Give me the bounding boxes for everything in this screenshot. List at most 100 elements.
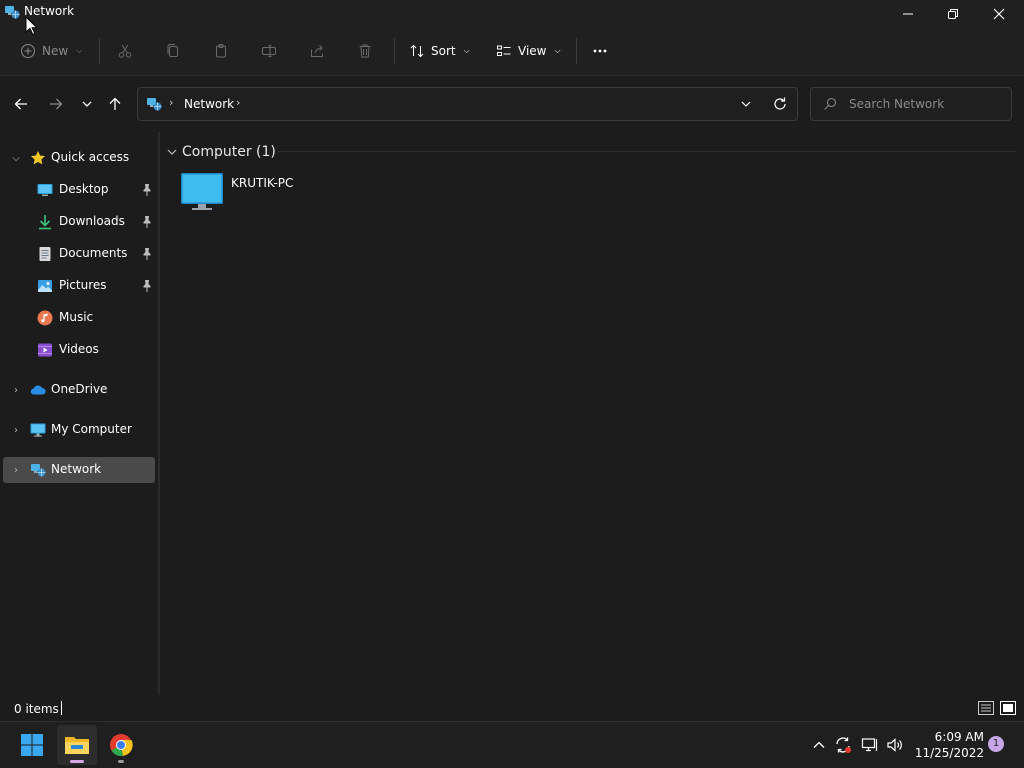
sidebar-item-pictures[interactable]: Pictures	[3, 273, 155, 299]
new-label: New	[42, 44, 69, 58]
restore-icon	[948, 9, 958, 19]
sidebar-item-network[interactable]: › Network	[3, 457, 155, 483]
start-button[interactable]	[12, 725, 52, 765]
new-button[interactable]: New ⌵	[20, 40, 82, 62]
chevron-right-icon[interactable]: ›	[11, 424, 21, 436]
refresh-icon[interactable]	[772, 96, 788, 112]
breadcrumb-network[interactable]: Network	[184, 97, 234, 111]
share-button[interactable]	[309, 40, 325, 62]
minimize-icon	[903, 13, 913, 15]
navigation-bar: › Network ›	[0, 76, 1024, 132]
chevron-right-icon[interactable]: ›	[11, 384, 21, 396]
network-icon	[31, 464, 46, 477]
pin-icon[interactable]	[141, 183, 153, 197]
forward-button[interactable]	[45, 94, 67, 114]
file-explorer-taskbar-button[interactable]	[57, 725, 97, 765]
close-button[interactable]	[976, 0, 1022, 28]
windows-logo-icon	[21, 734, 43, 756]
group-label: Computer (1)	[182, 144, 276, 160]
monitor-icon	[181, 173, 223, 210]
sidebar-item-music[interactable]: Music	[3, 305, 155, 331]
recent-locations-button[interactable]	[76, 94, 98, 114]
download-icon	[39, 215, 51, 230]
ethernet-icon	[861, 738, 878, 752]
network-icon	[147, 98, 162, 111]
pictures-icon	[38, 280, 52, 292]
up-button[interactable]	[104, 94, 126, 114]
volume-tray-icon[interactable]	[886, 736, 904, 754]
clock-time: 6:09 AM	[934, 730, 984, 744]
delete-button[interactable]	[357, 40, 373, 62]
sidebar-item-label: Desktop	[59, 182, 109, 196]
sidebar-item-onedrive[interactable]: › OneDrive	[3, 377, 155, 403]
breadcrumb-chevron-icon[interactable]: ›	[236, 96, 240, 109]
sidebar-item-videos[interactable]: Videos	[3, 337, 155, 363]
running-indicator	[118, 760, 124, 763]
mouse-cursor-icon	[25, 16, 37, 36]
cut-button[interactable]	[117, 40, 133, 62]
toolbar-divider	[99, 38, 100, 64]
sidebar-item-label: OneDrive	[51, 382, 108, 396]
breadcrumb-chevron-icon[interactable]: ›	[169, 96, 173, 109]
list-item[interactable]: KRUTIK-PC	[178, 170, 298, 214]
group-header-computer[interactable]: Computer (1)	[166, 142, 276, 162]
arrow-right-icon	[50, 98, 63, 110]
computer-name: KRUTIK-PC	[231, 176, 294, 190]
sidebar-item-label: Downloads	[59, 214, 125, 228]
sidebar-item-desktop[interactable]: Desktop	[3, 177, 155, 203]
toolbar-divider	[394, 38, 395, 64]
chevron-down-icon: ⌵	[554, 46, 561, 55]
chevron-right-icon[interactable]: ›	[11, 464, 21, 476]
arrow-left-icon	[14, 98, 27, 110]
large-icons-view-icon[interactable]	[999, 699, 1017, 717]
sort-button[interactable]: Sort ⌵	[409, 40, 470, 62]
sidebar-item-label: My Computer	[51, 422, 132, 436]
sidebar-item-documents[interactable]: Documents	[3, 241, 155, 267]
chevron-down-icon[interactable]	[738, 96, 754, 112]
rename-button[interactable]	[261, 40, 277, 62]
videos-icon	[38, 343, 52, 357]
search-box[interactable]	[810, 87, 1012, 121]
search-input[interactable]	[849, 95, 1005, 113]
view-button[interactable]: View ⌵	[496, 40, 561, 62]
pin-icon[interactable]	[141, 279, 153, 293]
back-button[interactable]	[10, 94, 32, 114]
show-hidden-icons-button[interactable]	[810, 736, 828, 754]
sidebar-item-quick-access[interactable]: ⌵ Quick access	[3, 145, 155, 171]
active-indicator	[70, 760, 84, 763]
paste-button[interactable]	[213, 40, 229, 62]
scissors-icon	[118, 44, 132, 58]
pin-icon[interactable]	[141, 247, 153, 261]
cloud-icon	[30, 385, 46, 395]
sync-tray-icon[interactable]	[834, 736, 852, 754]
toolbar-divider	[576, 38, 577, 64]
chrome-taskbar-button[interactable]	[101, 725, 141, 765]
minimize-button[interactable]	[885, 0, 931, 28]
sort-icon	[410, 44, 424, 58]
copy-button[interactable]	[165, 40, 181, 62]
document-icon	[39, 247, 51, 261]
group-divider	[278, 151, 1016, 152]
clock[interactable]: 6:09 AM 11/25/2022	[910, 729, 984, 761]
star-icon	[31, 151, 45, 165]
item-count: 0 items	[14, 702, 59, 716]
chevron-down-icon[interactable]: ⌵	[11, 152, 21, 164]
sidebar-item-downloads[interactable]: Downloads	[3, 209, 155, 235]
details-view-icon[interactable]	[977, 699, 995, 717]
more-options-button[interactable]	[592, 40, 608, 62]
sync-icon	[836, 737, 851, 753]
notification-badge[interactable]: 1	[988, 736, 1004, 752]
sidebar-item-label: Network	[51, 462, 102, 476]
chrome-icon	[110, 734, 133, 757]
more-icon	[593, 49, 607, 53]
sidebar-item-label: Pictures	[59, 278, 107, 292]
address-bar[interactable]: › Network ›	[137, 87, 798, 121]
navigation-pane: ⌵ Quick access Desktop Downloads Documen…	[0, 132, 158, 695]
status-bar: 0 items	[0, 695, 1024, 721]
network-tray-icon[interactable]	[861, 736, 879, 754]
restore-button[interactable]	[930, 0, 976, 28]
view-icon	[497, 45, 511, 56]
pin-icon[interactable]	[141, 215, 153, 229]
chevron-down-icon: ⌵	[76, 46, 83, 55]
sidebar-item-my-computer[interactable]: › My Computer	[3, 417, 155, 443]
